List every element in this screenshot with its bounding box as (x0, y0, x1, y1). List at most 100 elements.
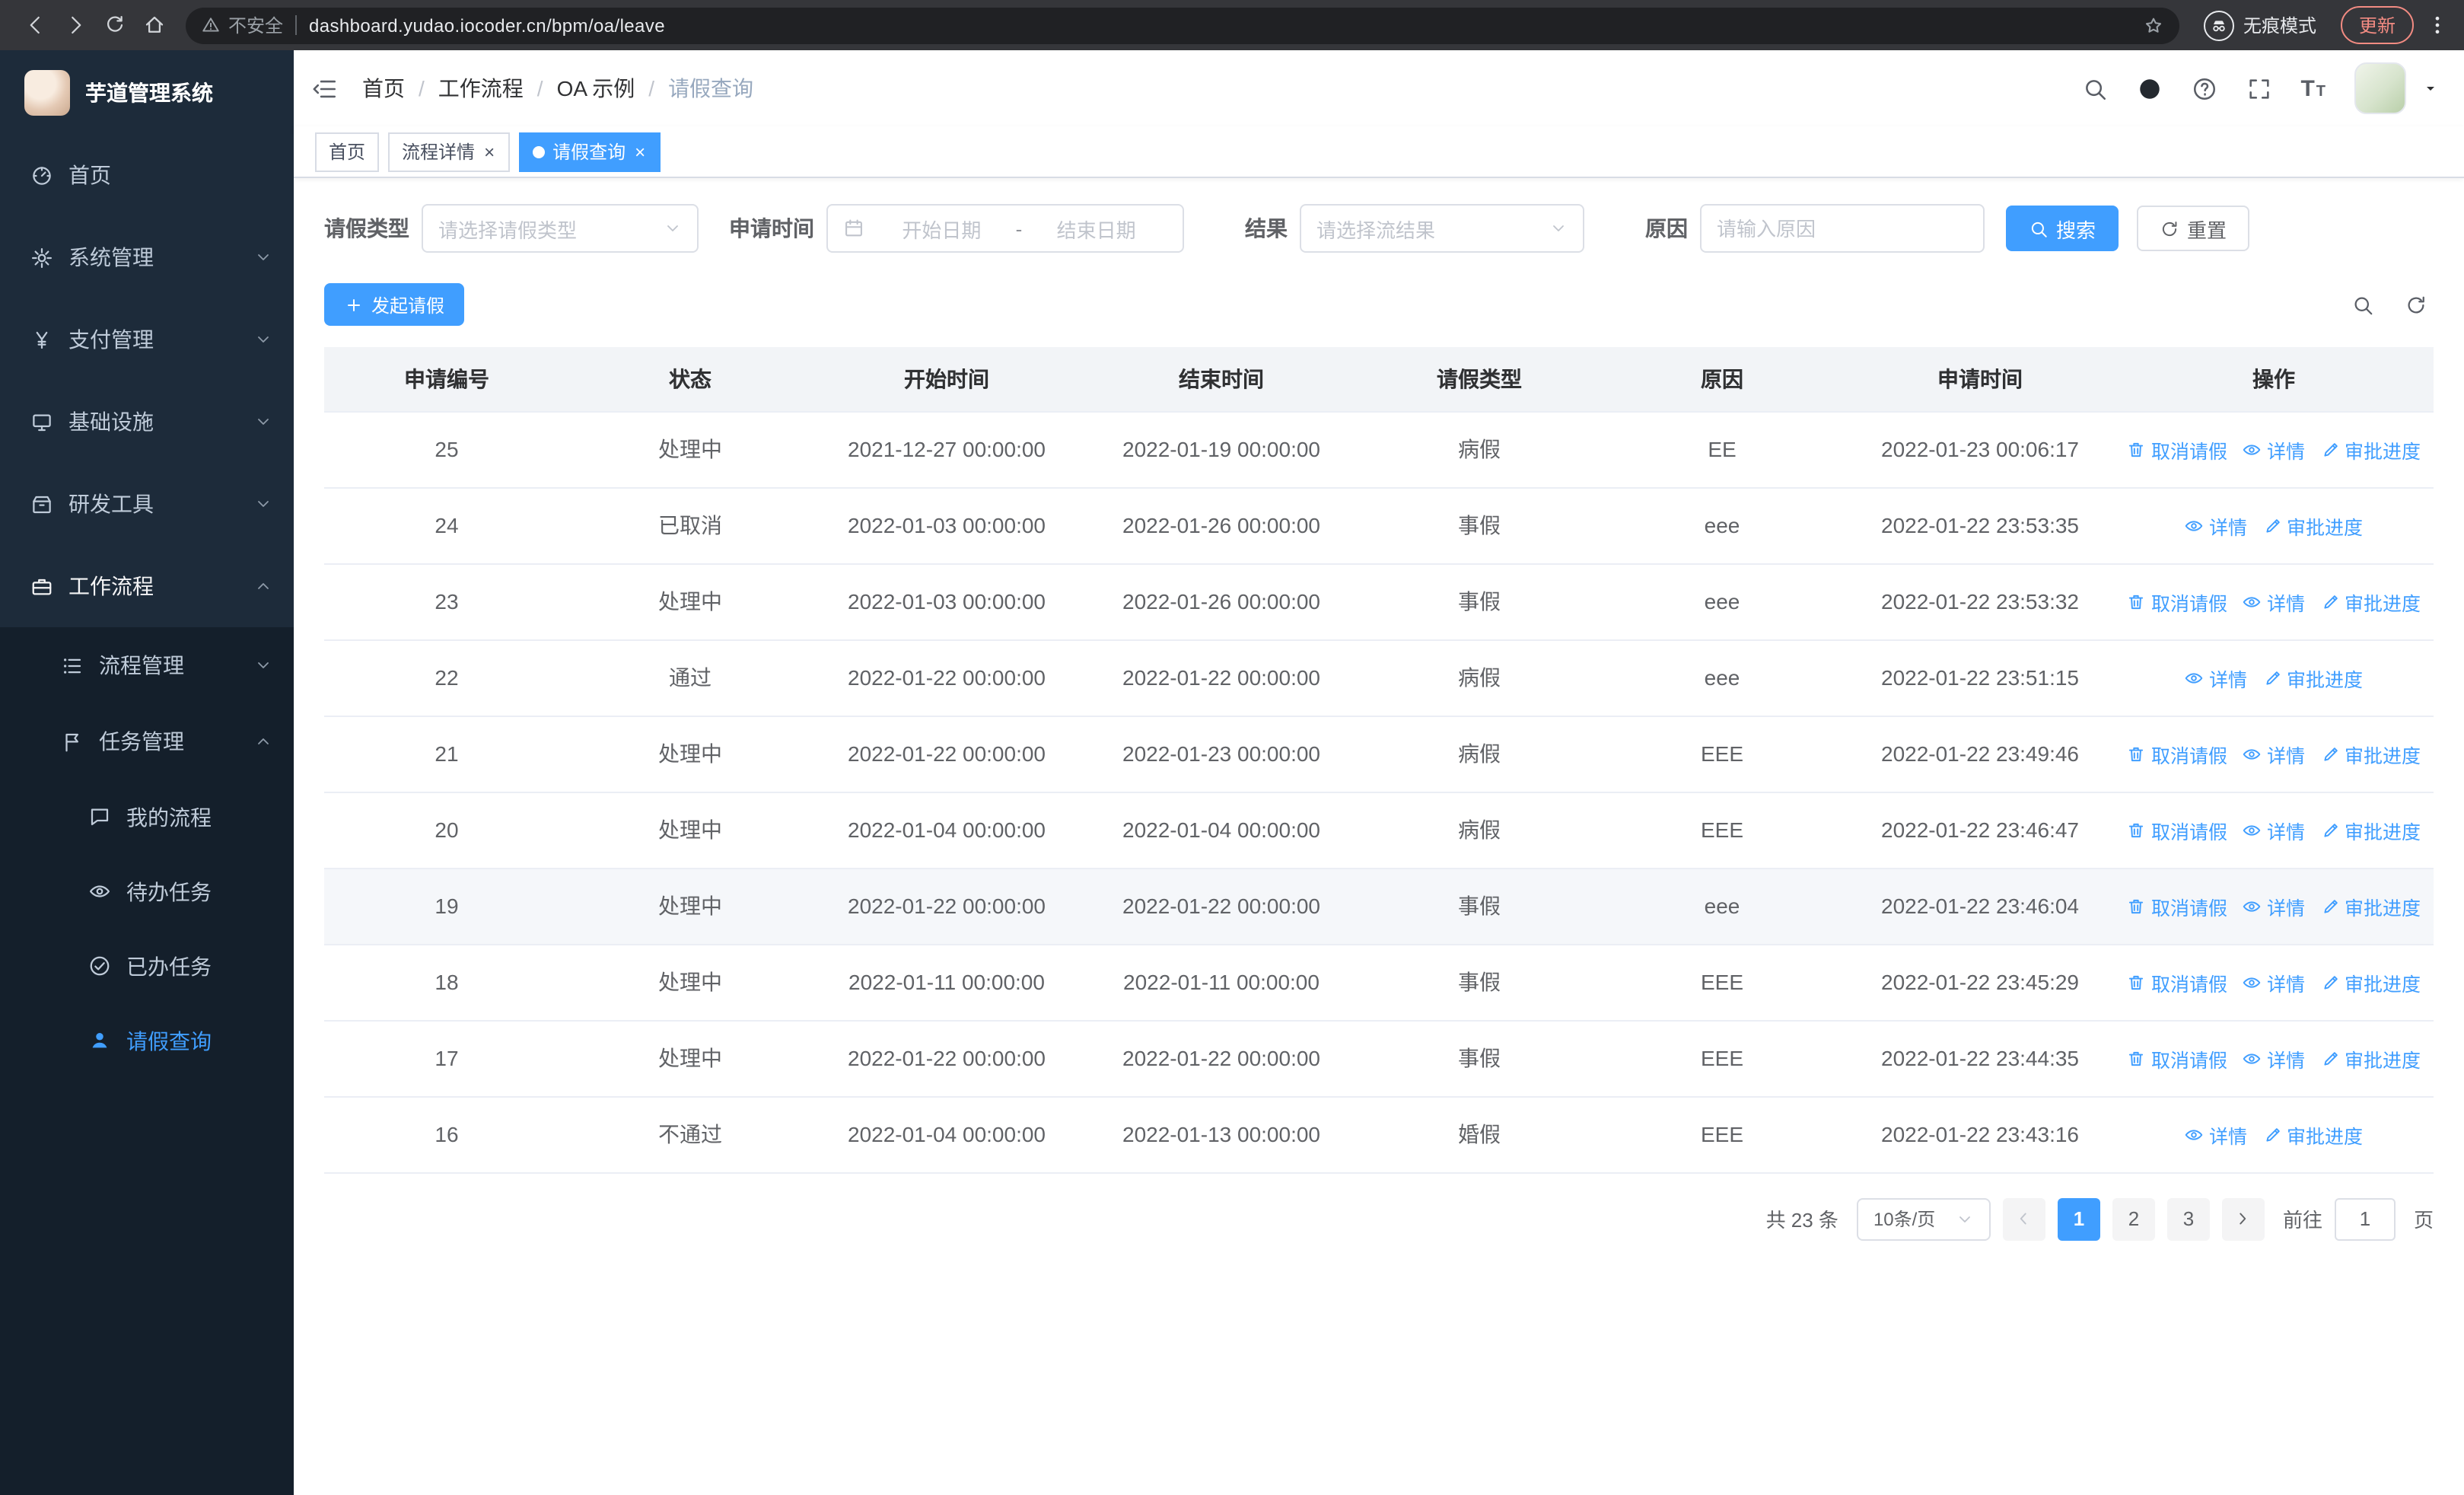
tab-0[interactable]: 首页 (315, 132, 380, 171)
detail-link[interactable]: 详情 (2243, 739, 2305, 768)
cell-start: 2022-01-03 00:00:00 (811, 563, 1082, 640)
detail-link[interactable]: 详情 (2185, 1120, 2247, 1149)
column-header: 申请编号 (324, 347, 569, 412)
sidebar-item-todo-tasks[interactable]: 待办任务 (0, 854, 294, 929)
cell-actions: 取消请假 详情 审批进度 (2114, 944, 2434, 1021)
cell-id: 17 (324, 1020, 569, 1097)
github-link[interactable] (2136, 75, 2162, 101)
apply-time-range-picker[interactable]: 开始日期 - 结束日期 (826, 204, 1184, 253)
cell-end: 2022-01-22 00:00:00 (1082, 639, 1361, 716)
sidebar-item-leave-query[interactable]: 请假查询 (0, 1003, 294, 1078)
approval-progress-link[interactable]: 审批进度 (2320, 739, 2421, 768)
cancel-leave-link[interactable]: 取消请假 (2127, 967, 2227, 996)
approval-progress-link[interactable]: 审批进度 (2262, 511, 2363, 540)
tab-1[interactable]: 流程详情 × (388, 132, 511, 171)
next-page-button[interactable] (2221, 1197, 2265, 1240)
leave-type-placeholder: 请选择请假类型 (438, 218, 578, 241)
sidebar-item-done-tasks[interactable]: 已办任务 (0, 929, 294, 1003)
fullscreen-button[interactable] (2246, 75, 2271, 101)
address-bar[interactable]: 不安全 dashboard.yudao.iocoder.cn/bpm/oa/le… (186, 7, 2179, 43)
cell-id: 16 (324, 1096, 569, 1173)
help-button[interactable] (2191, 75, 2217, 101)
edit-icon (2323, 823, 2337, 837)
result-select[interactable]: 请选择流结果 (1300, 204, 1584, 253)
approval-progress-link[interactable]: 审批进度 (2262, 1120, 2363, 1149)
cancel-leave-link[interactable]: 取消请假 (2127, 815, 2227, 844)
goto-label: 前往 (2282, 1209, 2322, 1232)
sidebar-item-payment[interactable]: 支付管理 (0, 298, 294, 381)
cancel-leave-link[interactable]: 取消请假 (2127, 891, 2227, 920)
approval-progress-link[interactable]: 审批进度 (2320, 587, 2421, 616)
create-leave-button[interactable]: 发起请假 (324, 283, 465, 326)
search-button[interactable]: 搜索 (2006, 206, 2119, 251)
user-avatar[interactable] (2354, 62, 2406, 114)
approval-progress-link[interactable]: 审批进度 (2320, 815, 2421, 844)
detail-link[interactable]: 详情 (2243, 967, 2305, 996)
bookmark-star-button[interactable] (2143, 14, 2164, 36)
cell-id: 23 (324, 563, 569, 640)
goto-page-input[interactable] (2334, 1197, 2396, 1240)
avatar-caret[interactable] (2421, 79, 2440, 97)
tab-2[interactable]: 请假查询 × (519, 132, 661, 171)
detail-link[interactable]: 详情 (2243, 435, 2305, 464)
page-button-1[interactable]: 1 (2057, 1197, 2100, 1240)
monitor-icon (33, 413, 51, 431)
header-search-button[interactable] (2081, 75, 2107, 101)
cell-status: 处理中 (569, 944, 811, 1021)
browser-update-button[interactable]: 更新 (2340, 6, 2414, 44)
font-size-button[interactable]: TT (2300, 75, 2326, 101)
detail-link[interactable]: 详情 (2243, 1044, 2305, 1073)
browser-menu-button[interactable] (2426, 14, 2449, 37)
detail-link[interactable]: 详情 (2243, 815, 2305, 844)
approval-progress-link[interactable]: 审批进度 (2320, 1044, 2421, 1073)
chevron-down-icon (258, 419, 269, 425)
tab-close-icon[interactable]: × (633, 142, 647, 161)
collapse-sidebar-button[interactable] (312, 75, 338, 101)
security-status[interactable]: 不安全 (201, 12, 283, 38)
sidebar-item-home[interactable]: 首页 (0, 134, 294, 216)
refresh-table-button[interactable] (2405, 293, 2427, 316)
browser-back-button[interactable] (15, 5, 55, 45)
page-button-3[interactable]: 3 (2166, 1197, 2210, 1240)
detail-link[interactable]: 详情 (2185, 663, 2247, 692)
cell-applied: 2022-01-23 00:06:17 (1846, 411, 2114, 488)
approval-progress-link[interactable]: 审批进度 (2320, 891, 2421, 920)
approval-progress-link[interactable]: 审批进度 (2320, 435, 2421, 464)
cell-type: 病假 (1361, 716, 1598, 792)
cancel-leave-link[interactable]: 取消请假 (2127, 587, 2227, 616)
sidebar-item-devtools[interactable]: 研发工具 (0, 463, 294, 545)
prev-page-button[interactable] (2002, 1197, 2045, 1240)
cell-end: 2022-01-19 00:00:00 (1082, 411, 1361, 488)
detail-link[interactable]: 详情 (2185, 511, 2247, 540)
sidebar-item-workflow[interactable]: 工作流程 (0, 545, 294, 627)
eye-icon (90, 885, 110, 897)
page-button-2[interactable]: 2 (2112, 1197, 2155, 1240)
cell-reason: eee (1598, 639, 1846, 716)
browser-home-button[interactable] (134, 5, 173, 45)
cancel-leave-link[interactable]: 取消请假 (2127, 1044, 2227, 1073)
detail-link[interactable]: 详情 (2243, 891, 2305, 920)
leave-type-select[interactable]: 请选择请假类型 (422, 204, 699, 253)
sidebar-item-task-mgmt[interactable]: 任务管理 (0, 703, 294, 779)
sidebar-item-process-mgmt[interactable]: 流程管理 (0, 627, 294, 703)
trash-icon (2129, 441, 2144, 457)
detail-link[interactable]: 详情 (2243, 587, 2305, 616)
reset-button[interactable]: 重置 (2137, 206, 2250, 251)
cancel-leave-link[interactable]: 取消请假 (2127, 435, 2227, 464)
approval-progress-link[interactable]: 审批进度 (2320, 967, 2421, 996)
browser-reload-button[interactable] (94, 5, 134, 45)
breadcrumb-item[interactable]: OA 示例 (557, 73, 635, 104)
page-size-select[interactable]: 10条/页 (1856, 1197, 1991, 1240)
tab-close-icon[interactable]: × (482, 142, 496, 161)
browser-forward-button[interactable] (55, 5, 94, 45)
sidebar-item-my-process[interactable]: 我的流程 (0, 779, 294, 854)
breadcrumb-item[interactable]: 工作流程 (438, 73, 524, 104)
sidebar-item-system[interactable]: 系统管理 (0, 216, 294, 298)
sidebar-item-infra[interactable]: 基础设施 (0, 381, 294, 463)
approval-progress-link[interactable]: 审批进度 (2262, 663, 2363, 692)
toggle-search-button[interactable] (2351, 293, 2374, 316)
cell-type: 婚假 (1361, 1096, 1598, 1173)
breadcrumb-item[interactable]: 首页 (362, 73, 405, 104)
cancel-leave-link[interactable]: 取消请假 (2127, 739, 2227, 768)
reason-input[interactable] (1717, 217, 1968, 240)
